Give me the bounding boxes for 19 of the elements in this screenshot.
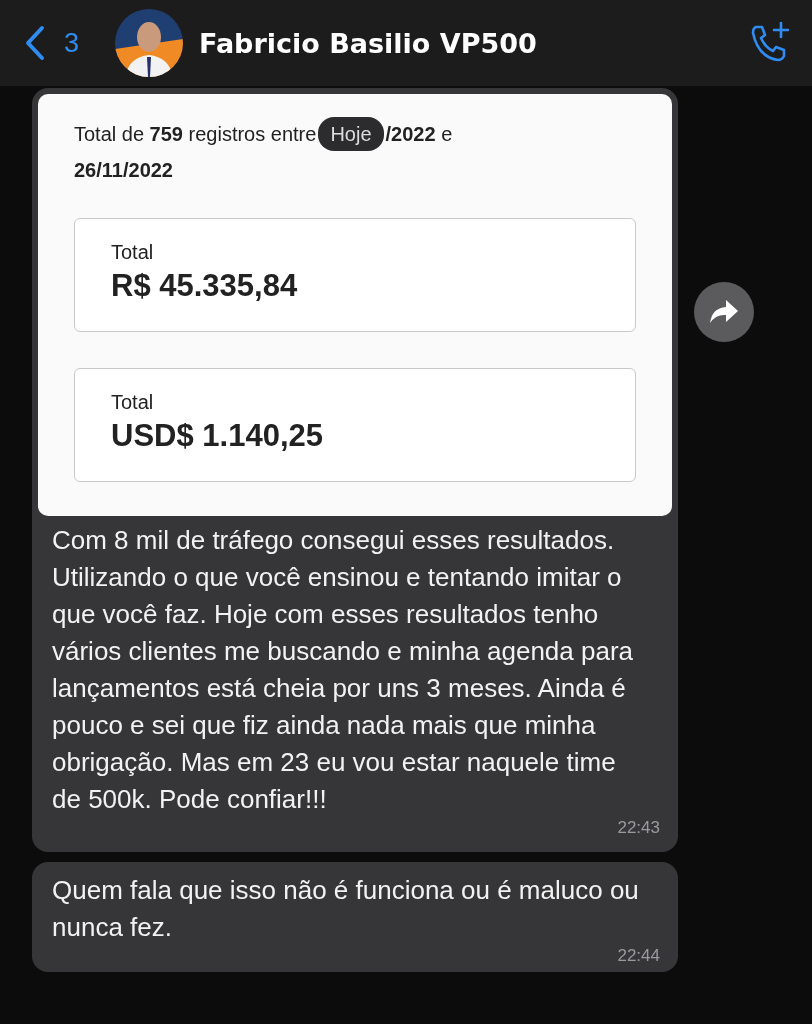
- message-text: Quem fala que isso não é funciona ou é maluco ou nunca fez.: [52, 874, 640, 944]
- total-value: R$ 45.335,84: [111, 268, 299, 304]
- summary-text: Total de 759 registros entre: [74, 122, 317, 147]
- back-chevron-icon: [24, 25, 46, 61]
- contact-name[interactable]: Fabricio Basilio VP500: [199, 27, 748, 59]
- message-bubble[interactable]: [32, 88, 678, 852]
- back-button[interactable]: 3: [24, 25, 80, 61]
- total-label: Total: [111, 391, 155, 414]
- share-arrow-icon: [709, 299, 739, 325]
- summary-text: 26/11/2022: [74, 158, 174, 183]
- date-badge: Hoje: [318, 117, 384, 151]
- forward-button[interactable]: [694, 282, 754, 342]
- total-value: USD$ 1.140,25: [111, 418, 324, 454]
- message-time: 22:43: [617, 818, 660, 838]
- total-label: Total: [111, 241, 155, 264]
- message-time: 22:44: [617, 946, 660, 966]
- message-bubble[interactable]: Quem fala que isso não é funciona ou é maluco ou nunca fez. 22:44: [32, 862, 678, 972]
- summary-text: /2022 e: [385, 122, 453, 147]
- message-text: Com 8 mil de tráfego consegui esses resultados. Utilizando o que você ensinou e tentando imitar o que você faz. Hoje com esses resultados tenho vários clientes me buscando e minha agenda para lançamentos está cheia por uns 3 meses. Ainda é pouco e sei que fiz ainda nada mais que minha obrigação. Mas em 23 eu vou estar naquele time de 500k. Pode confiar!!!: [51, 524, 635, 816]
